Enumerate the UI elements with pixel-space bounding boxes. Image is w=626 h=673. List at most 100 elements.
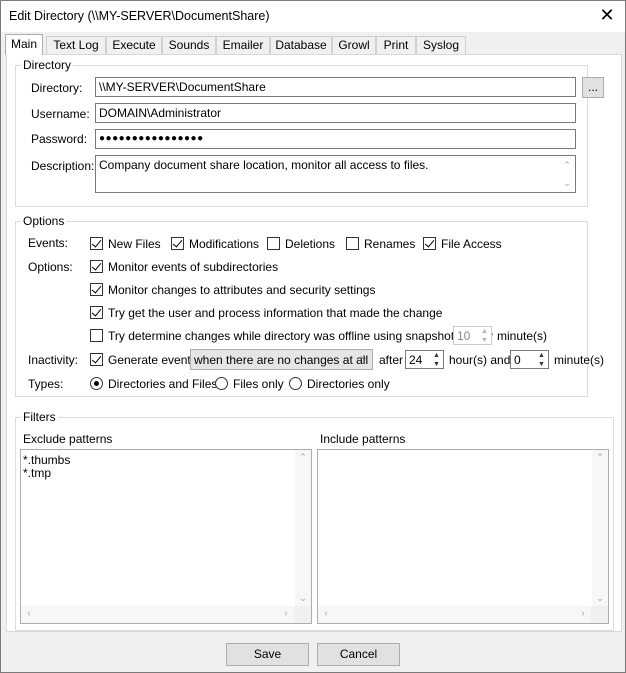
subdirectories-checkbox[interactable] [90, 260, 103, 273]
spin-up-icon[interactable]: ▲ [478, 327, 491, 336]
scroll-right-icon[interactable]: › [278, 608, 294, 618]
snapshot-unit-label: minute(s) [497, 329, 548, 343]
inactivity-condition-value: when there are no changes at all [194, 353, 369, 367]
tab-sounds[interactable]: Sounds [162, 36, 216, 54]
scroll-down-icon[interactable]: ⌄ [295, 593, 311, 604]
window-title: Edit Directory (\\MY-SERVER\DocumentShar… [9, 9, 270, 23]
spin-down-icon[interactable]: ▼ [535, 360, 548, 369]
file-access-checkbox[interactable] [423, 237, 436, 250]
directory-input[interactable]: \\MY-SERVER\DocumentShare [95, 77, 576, 97]
offline-snapshot-checkbox[interactable] [90, 329, 103, 342]
renames-label: Renames [364, 237, 416, 251]
options-group-label: Options [21, 214, 67, 228]
types-label: Types: [28, 377, 64, 391]
scroll-up-icon[interactable]: ⌃ [592, 452, 608, 463]
username-input[interactable]: DOMAIN\Administrator [95, 103, 576, 123]
edit-directory-dialog: Edit Directory (\\MY-SERVER\DocumentShar… [0, 0, 626, 673]
generate-event-label: Generate event [108, 353, 191, 367]
inactivity-minutes-value: 0 [514, 353, 521, 367]
title-bar[interactable]: Edit Directory (\\MY-SERVER\DocumentShar… [1, 1, 625, 32]
password-input[interactable]: ●●●●●●●●●●●●●●●● [95, 129, 576, 149]
events-label: Events: [28, 236, 69, 250]
directories-and-files-label: Directories and Files [108, 377, 218, 391]
description-textarea[interactable]: Company document share location, monitor… [95, 155, 576, 193]
tab-main[interactable]: Main [5, 34, 43, 55]
chevron-down-icon: ⌵ [360, 352, 368, 363]
user-info-label: Try get the user and process information… [108, 306, 443, 320]
vertical-scrollbar[interactable]: ⌃ ⌄ [592, 450, 608, 606]
directories-and-files-radio[interactable] [90, 377, 103, 390]
new-files-checkbox[interactable] [90, 237, 103, 250]
inactivity-minutes-stepper[interactable]: 0 ▲ ▼ [510, 350, 549, 369]
scroll-left-icon[interactable]: ‹ [318, 608, 334, 618]
spin-up-icon[interactable]: ▲ [535, 351, 548, 360]
modifications-label: Modifications [189, 237, 260, 251]
spin-up-icon[interactable]: ▲ [430, 351, 443, 360]
exclude-patterns-label: Exclude patterns [23, 432, 113, 446]
scroll-left-icon[interactable]: ‹ [21, 608, 37, 618]
tab-emailer[interactable]: Emailer [216, 36, 270, 54]
file-access-label: File Access [441, 237, 502, 251]
offline-snapshot-label: Try determine changes while directory wa… [108, 329, 493, 343]
spin-down-icon[interactable]: ▼ [430, 360, 443, 369]
browse-button[interactable]: ... [582, 77, 604, 98]
list-item[interactable]: *.thumbs [21, 454, 311, 467]
spin-down-icon[interactable]: ▼ [478, 336, 491, 345]
inactivity-label: Inactivity: [28, 353, 79, 367]
username-label: Username: [31, 107, 90, 121]
list-item[interactable]: *.tmp [21, 467, 311, 480]
renames-checkbox[interactable] [346, 237, 359, 250]
scrollbar-corner [294, 606, 311, 623]
files-only-label: Files only [233, 377, 284, 391]
scroll-up-icon[interactable]: ⌃ [559, 158, 575, 172]
options-label: Options: [28, 260, 73, 274]
include-patterns-list[interactable]: ⌃ ⌄ ‹ › [317, 449, 609, 624]
close-icon[interactable]: ✕ [597, 5, 617, 25]
generate-event-checkbox[interactable] [90, 353, 103, 366]
main-tab-panel: Directory Directory: \\MY-SERVER\Documen… [6, 54, 622, 632]
files-only-radio[interactable] [215, 377, 228, 390]
tab-database[interactable]: Database [270, 36, 332, 54]
scrollbar-corner [591, 606, 608, 623]
hours-unit-label: hour(s) and [449, 353, 511, 367]
modifications-checkbox[interactable] [171, 237, 184, 250]
horizontal-scrollbar[interactable]: ‹ › [318, 606, 591, 623]
description-label: Description: [31, 159, 95, 173]
cancel-button[interactable]: Cancel [317, 643, 400, 666]
tab-growl[interactable]: Growl [332, 36, 376, 54]
directories-only-radio[interactable] [289, 377, 302, 390]
directory-group-label: Directory [21, 58, 74, 72]
horizontal-scrollbar[interactable]: ‹ › [21, 606, 294, 623]
new-files-label: New Files [108, 237, 161, 251]
vertical-scrollbar[interactable]: ⌃ ⌄ [295, 450, 311, 606]
inactivity-hours-stepper[interactable]: 24 ▲ ▼ [405, 350, 444, 369]
snapshot-interval-stepper[interactable]: 10 ▲ ▼ [453, 326, 492, 345]
scroll-up-icon[interactable]: ⌃ [295, 452, 311, 463]
attributes-checkbox[interactable] [90, 283, 103, 296]
scroll-right-icon[interactable]: › [575, 608, 591, 618]
directories-only-label: Directories only [307, 377, 390, 391]
tab-execute[interactable]: Execute [106, 36, 162, 54]
user-info-checkbox[interactable] [90, 306, 103, 319]
scroll-down-icon[interactable]: ⌄ [592, 593, 608, 604]
inactivity-condition-select[interactable]: when there are no changes at all ⌵ [190, 349, 373, 370]
after-label: after [379, 353, 404, 367]
filters-group-label: Filters [21, 410, 58, 424]
include-patterns-label: Include patterns [320, 432, 406, 446]
exclude-patterns-list[interactable]: *.thumbs *.tmp ⌃ ⌄ ‹ › [20, 449, 312, 624]
attributes-label: Monitor changes to attributes and securi… [108, 283, 376, 297]
snapshot-interval-value: 10 [457, 329, 471, 343]
tab-syslog[interactable]: Syslog [416, 36, 466, 54]
scroll-down-icon[interactable]: ⌄ [559, 176, 575, 190]
save-button[interactable]: Save [226, 643, 309, 666]
minutes-unit-label: minute(s) [554, 353, 605, 367]
inactivity-hours-value: 24 [409, 353, 423, 367]
subdirectories-label: Monitor events of subdirectories [108, 260, 279, 274]
deletions-label: Deletions [285, 237, 336, 251]
directory-label: Directory: [31, 81, 83, 95]
description-text: Company document share location, monitor… [99, 158, 429, 172]
password-label: Password: [31, 132, 88, 146]
tab-text-log[interactable]: Text Log [46, 36, 106, 54]
deletions-checkbox[interactable] [267, 237, 280, 250]
tab-print[interactable]: Print [376, 36, 416, 54]
